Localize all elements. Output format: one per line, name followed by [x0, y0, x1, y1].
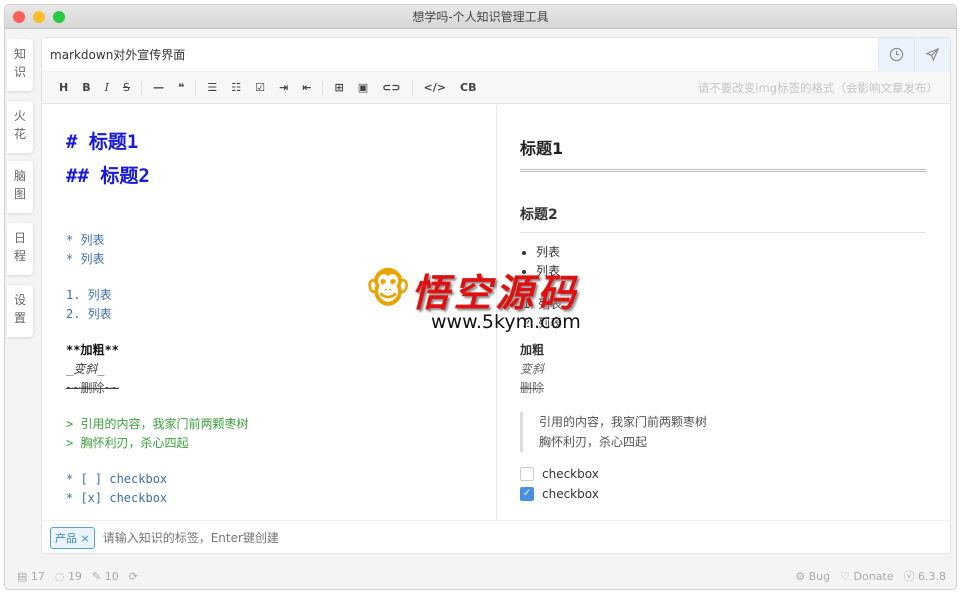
strikethrough-button[interactable]: S [123, 81, 130, 94]
ordered-list-icon[interactable]: ☷ [231, 81, 241, 94]
code-button[interactable]: </> [424, 81, 446, 94]
editor-line: ## 标题2 [66, 165, 150, 187]
editor-line: * 列表 [66, 252, 105, 266]
quote-line: 引用的内容，我家门前两颗枣树 [539, 415, 708, 429]
sidebar-item-knowledge[interactable]: 知识 [7, 39, 33, 91]
bold-button[interactable]: B [82, 81, 90, 94]
image-icon[interactable]: ▣ [358, 81, 368, 94]
sidebar-item-label: 脑图 [14, 169, 27, 201]
edit-count: ✎ 10 [92, 569, 119, 583]
quote-button[interactable]: ❝ [178, 81, 184, 94]
sidebar-item-label: 火花 [14, 109, 27, 141]
editor-line: > 胸怀利刃，杀心四起 [66, 436, 189, 450]
sidebar-item-spark[interactable]: 火花 [7, 101, 33, 153]
preview-checkbox[interactable]: ✓ checkbox [520, 484, 926, 504]
editor-line: * [x] checkbox [66, 491, 168, 505]
preview-h2: 标题2 [520, 172, 926, 233]
divider [322, 80, 324, 95]
sync-icon[interactable]: ⟳ [129, 570, 138, 583]
editor-line: 2. 列表 [66, 307, 112, 321]
divider [195, 80, 197, 95]
version-label[interactable]: ⓥ 6.3.8 [904, 568, 947, 584]
preview-blockquote: 引用的内容，我家门前两颗枣树 胸怀利刃，杀心四起 [520, 412, 926, 452]
toolbar-hint: 请不要改变img标签的格式（会影响文章发布） [697, 80, 938, 95]
tag-chip[interactable]: 产品 × [50, 526, 95, 549]
app-window: 想学吗-个人知识管理工具 知识 火花 脑图 日程 设置 H B I S — ❝ … [4, 4, 957, 590]
title-bar: 想学吗-个人知识管理工具 [5, 5, 956, 29]
editor-line: ~~删除~~ [66, 381, 119, 395]
preview-italic: 变斜 [520, 362, 545, 376]
close-button[interactable] [13, 11, 25, 23]
preview-list-item: 列表 [538, 295, 926, 314]
doc-count: ▤ 17 [17, 569, 45, 583]
checkbox-label: checkbox [542, 487, 599, 501]
editor-line: _变斜_ [66, 362, 105, 376]
editor-line: # 标题1 [66, 131, 139, 153]
editor-line: 1. 列表 [66, 288, 112, 302]
preview-list-item: 列表 [536, 262, 926, 281]
outdent-icon[interactable]: ⇤ [302, 81, 311, 94]
history-button[interactable] [878, 37, 914, 72]
clock-icon [889, 47, 904, 62]
preview-strike: 删除 [520, 381, 545, 395]
sidebar-item-label: 知识 [14, 47, 27, 79]
sidebar-item-mindmap[interactable]: 脑图 [7, 161, 33, 213]
checkbox-label: checkbox [542, 467, 599, 481]
editor-line: > 引用的内容，我家门前两颗枣树 [66, 417, 249, 431]
indent-icon[interactable]: ⇥ [279, 81, 288, 94]
code-block-button[interactable]: CB [460, 81, 476, 94]
preview-list-item: 列表 [536, 243, 926, 262]
heading-button[interactable]: H [59, 81, 68, 94]
tag-input[interactable] [102, 530, 950, 545]
unordered-list-icon[interactable]: ☰ [207, 81, 217, 94]
preview-checkbox[interactable]: checkbox [520, 464, 926, 484]
doc-title-input[interactable] [42, 38, 878, 71]
editor-line: * [ ] checkbox [66, 472, 168, 486]
markdown-preview: 标题1 标题2 列表 列表 列表 列表 加粗 变斜 删除 引用的内容，我家门前两… [498, 105, 950, 520]
donate-link[interactable]: ♡ Donate [840, 570, 893, 583]
preview-h1: 标题1 [520, 125, 926, 172]
checkbox-checked-icon[interactable]: ✓ [520, 487, 534, 501]
spark-count: ◌ 19 [54, 569, 82, 583]
sidebar-item-settings[interactable]: 设置 [7, 285, 33, 337]
preview-bold: 加粗 [520, 343, 545, 357]
editor-panel: H B I S — ❝ ☰ ☷ ☑ ⇥ ⇤ ⊞ ▣ ⊂⊃ </> CB 请不要改… [41, 37, 951, 554]
sidebar-item-label: 日程 [14, 231, 27, 263]
markdown-editor[interactable]: # 标题1 ## 标题2 * 列表 * 列表 1. 列表 2. 列表 **加粗*… [42, 105, 497, 520]
quote-line: 胸怀利刃，杀心四起 [539, 435, 648, 449]
preview-list-item: 列表 [538, 314, 926, 333]
window-title: 想学吗-个人知识管理工具 [412, 10, 549, 24]
sidebar-item-schedule[interactable]: 日程 [7, 223, 33, 275]
divider [411, 80, 413, 95]
editor-line: **加粗** [66, 343, 119, 357]
divider [140, 80, 142, 95]
sidebar-item-label: 设置 [14, 293, 27, 325]
minimize-button[interactable] [33, 11, 45, 23]
italic-button[interactable]: I [105, 81, 109, 94]
task-list-icon[interactable]: ☑ [255, 81, 265, 94]
status-bar: ▤ 17 ◌ 19 ✎ 10 ⟳ ⚙ Bug ♡ Donate ⓥ 6.3.8 [5, 563, 956, 589]
hr-button[interactable]: — [153, 81, 164, 94]
tag-bar: 产品 × [42, 520, 950, 554]
checkbox-unchecked-icon[interactable] [520, 467, 534, 481]
publish-button[interactable] [914, 37, 950, 72]
table-icon[interactable]: ⊞ [334, 81, 343, 94]
bug-link[interactable]: ⚙ Bug [795, 570, 830, 583]
send-icon [925, 47, 940, 62]
markdown-toolbar: H B I S — ❝ ☰ ☷ ☑ ⇥ ⇤ ⊞ ▣ ⊂⊃ </> CB 请不要改… [42, 72, 950, 104]
link-icon[interactable]: ⊂⊃ [382, 81, 400, 94]
maximize-button[interactable] [53, 11, 65, 23]
editor-line: * 列表 [66, 233, 105, 247]
